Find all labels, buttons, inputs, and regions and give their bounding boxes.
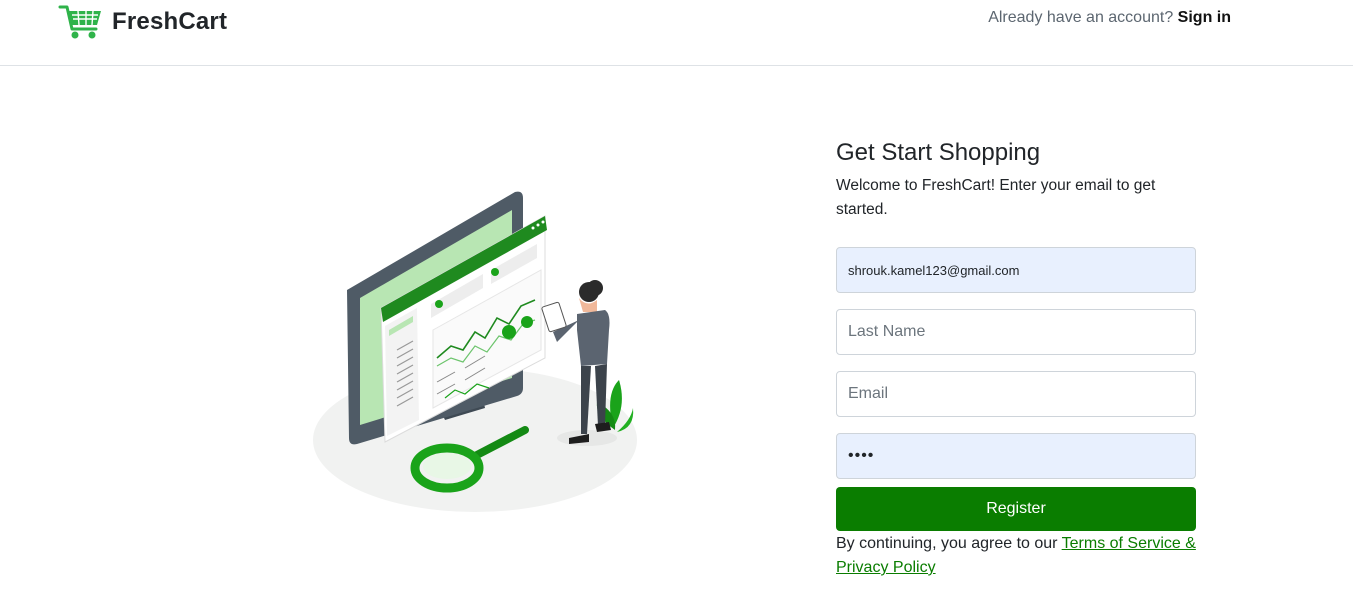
brand-logo-link[interactable]: FreshCart [58,3,227,41]
brand-name: FreshCart [112,8,228,35]
password-field[interactable] [836,433,1196,479]
form-title: Get Start Shopping [836,139,1041,166]
shopping-cart-icon [58,5,101,39]
first-name-field[interactable] [836,247,1196,293]
terms-notice: By continuing, you agree to our Terms of… [836,532,1201,580]
register-form-header: Get Start Shopping Welcome to FreshCart!… [836,136,1196,222]
last-name-field[interactable] [836,309,1196,355]
terms-prefix: By continuing, you agree to our [836,535,1062,552]
top-navbar: FreshCart Already have an account? Sign … [0,0,1353,66]
form-subtitle: Welcome to FreshCart! Enter your email t… [836,177,1156,218]
sign-in-link[interactable]: Sign in [1178,9,1231,26]
account-prompt: Already have an account? Sign in [988,9,1231,27]
email-field[interactable] [836,371,1196,417]
account-prompt-text: Already have an account? [988,9,1174,26]
register-button[interactable]: Register [836,487,1196,531]
analytics-dashboard-illustration [313,191,637,512]
